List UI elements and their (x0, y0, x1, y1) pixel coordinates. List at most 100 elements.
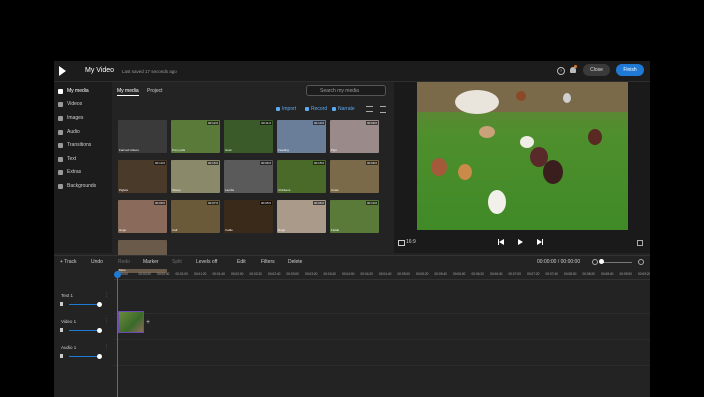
search-input[interactable]: Search my media (306, 85, 386, 96)
edit-button[interactable]: Edit (237, 259, 246, 265)
thumbnail-name: Dogs (278, 228, 286, 232)
sidebar-item-label: Extras (67, 169, 82, 175)
media-thumbnail[interactable]: 00:07:0 Calf (171, 200, 220, 233)
ruler-tick-label: 00:05:20 (416, 272, 429, 276)
notification-badge (574, 65, 577, 68)
ruler-tick-label: 00:04:00 (342, 272, 355, 276)
media-thumbnail[interactable]: Farmed videos (118, 120, 167, 153)
help-icon[interactable]: ? (557, 67, 565, 75)
tab-project[interactable]: Project (147, 88, 163, 94)
ruler-tick-label: 00:02:20 (249, 272, 262, 276)
volume-slider-handle[interactable] (97, 302, 102, 307)
zoom-out-icon[interactable] (592, 259, 598, 265)
media-thumbnail[interactable]: 00:15:0 Chickens (277, 160, 326, 193)
sidebar-item-backgrounds[interactable]: Backgrounds (58, 181, 96, 191)
sidebar-item-text[interactable]: Text (58, 154, 76, 164)
thumbnail-duration: 00:10:0 (153, 161, 166, 165)
media-thumbnail[interactable]: 00:10:0 Feeding (277, 120, 326, 153)
tab-my-media[interactable]: My media (117, 88, 139, 96)
ruler-tick-label: 00:07:40 (545, 272, 558, 276)
fullscreen-icon[interactable] (637, 240, 643, 246)
media-thumbnail[interactable]: 00:08:0 Hogs (118, 200, 167, 233)
track-header-text: Text 1 ⋮ (54, 289, 114, 313)
media-thumbnail[interactable]: 00:06:0 Cows (330, 160, 379, 193)
thumbnail-duration: 00:11:0 (260, 121, 272, 125)
thumbnail-name: Piglets (119, 188, 129, 192)
skip-forward-icon[interactable] (537, 239, 543, 245)
sidebar-item-audio[interactable]: Audio (58, 127, 80, 137)
finish-button[interactable]: Finish (616, 64, 644, 76)
media-thumbnail[interactable]: 00:11:0 Goat (224, 120, 273, 153)
media-thumbnail[interactable]: 00:06:0 Dogs (277, 200, 326, 233)
import-button[interactable]: Import (282, 106, 296, 112)
volume-icon[interactable] (60, 354, 63, 358)
background-icon (58, 183, 63, 189)
filters-button[interactable]: Filters (261, 259, 275, 265)
skip-back-icon[interactable] (498, 239, 504, 245)
sidebar-item-label: Audio (67, 129, 80, 135)
split-button[interactable]: Split (172, 259, 182, 265)
ruler-tick-label: 00:03:00 (286, 272, 299, 276)
ruler-tick-label: 00:09:20 (638, 272, 650, 276)
sidebar-item-label: My media (67, 88, 89, 94)
thumbnail-name: Pony pals (172, 148, 186, 152)
track-header-video: Video 1 ⋮ (54, 315, 114, 339)
video-track-lane[interactable] (114, 315, 650, 340)
sidebar-item-transitions[interactable]: Transitions (58, 140, 91, 150)
video-editor-app: My Video Last saved 17 seconds ago ? Clo… (54, 61, 650, 397)
filter-icon[interactable] (380, 106, 386, 113)
undo-button[interactable]: Undo (91, 259, 103, 265)
video-clip[interactable] (118, 311, 144, 333)
video-preview[interactable] (417, 82, 628, 230)
track-menu-icon[interactable]: ⋮ (104, 318, 109, 324)
narrate-button[interactable]: Narrate (338, 106, 355, 112)
aspect-ratio-button[interactable]: 16:9 (406, 239, 416, 245)
redo-button[interactable]: Redo (118, 259, 130, 265)
playhead[interactable] (117, 271, 118, 397)
track-menu-icon[interactable]: ⋮ (104, 292, 109, 298)
volume-slider-handle[interactable] (97, 354, 102, 359)
add-clip-icon[interactable]: + (146, 319, 150, 326)
project-title[interactable]: My Video (85, 67, 114, 74)
levels-dropdown[interactable]: Levels off (196, 259, 217, 265)
zoom-in-icon[interactable] (638, 259, 644, 265)
thumbnail-name: Goat (225, 148, 232, 152)
marker-button[interactable]: Marker (143, 259, 159, 265)
media-thumbnail[interactable]: 00:05:0 Cattle (224, 200, 273, 233)
thumbnail-name: Sheep (172, 188, 181, 192)
delete-button[interactable]: Delete (288, 259, 302, 265)
add-track-button[interactable]: + Track (60, 259, 77, 265)
ruler-tick-label: 00:08:20 (582, 272, 595, 276)
media-thumbnail[interactable]: 00:06:0 Lambs (224, 160, 273, 193)
ruler-tick-label: 00:01:20 (194, 272, 207, 276)
ruler-tick-label: 00:02:00 (231, 272, 244, 276)
volume-icon[interactable] (60, 302, 63, 306)
media-thumbnail[interactable]: 00:09:0 Pigs (330, 120, 379, 153)
ruler-tick-label: 00:01:40 (212, 272, 225, 276)
close-button[interactable]: Close (583, 64, 610, 76)
volume-icon[interactable] (60, 328, 63, 332)
sort-icon[interactable] (366, 106, 373, 112)
zoom-slider[interactable] (600, 262, 632, 263)
media-thumbnail[interactable]: 00:10:0 Fields (330, 200, 379, 233)
volume-slider-handle[interactable] (97, 328, 102, 333)
sidebar-item-my-media[interactable]: My media (58, 86, 89, 96)
media-thumbnail[interactable]: 00:12:0 Pony pals (171, 120, 220, 153)
sidebar-item-videos[interactable]: Videos (58, 99, 82, 109)
zoom-slider-handle[interactable] (599, 259, 604, 264)
record-button[interactable]: Record (311, 106, 327, 112)
play-icon[interactable] (518, 239, 523, 245)
playhead-handle[interactable] (114, 271, 121, 278)
thumbnail-duration: 00:05:0 (259, 201, 272, 205)
track-menu-icon[interactable]: ⋮ (104, 344, 109, 350)
sidebar-item-images[interactable]: Images (58, 113, 83, 123)
text-track-lane[interactable] (114, 289, 650, 314)
thumbnail-duration: 00:15:0 (312, 161, 325, 165)
media-thumbnail[interactable]: 00:15:0 Sheep (171, 160, 220, 193)
ruler-tick-label: 00:01:00 (175, 272, 188, 276)
media-thumbnail[interactable]: 00:10:0 Piglets (118, 160, 167, 193)
ruler-tick-label: 00:07:20 (527, 272, 540, 276)
sidebar-item-extras[interactable]: Extras (58, 167, 81, 177)
audio-track-lane[interactable] (114, 341, 650, 366)
top-bar: My Video Last saved 17 seconds ago ? Clo… (54, 61, 650, 82)
